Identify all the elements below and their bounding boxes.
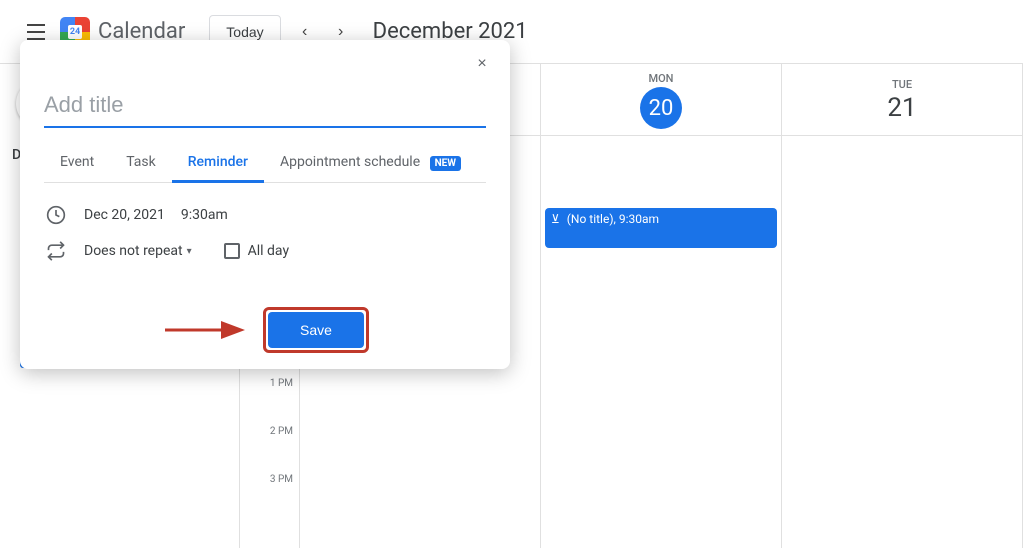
- repeat-icon: [44, 239, 68, 263]
- tab-appointment[interactable]: Appointment schedule NEW: [264, 144, 477, 183]
- repeat-dropdown[interactable]: Does not repeat ▾: [84, 243, 192, 259]
- date-time-row: Dec 20, 2021 9:30am: [44, 203, 486, 227]
- tab-event[interactable]: Event: [44, 144, 110, 183]
- clock-icon: [44, 203, 68, 227]
- dialog-tabs: Event Task Reminder Appointment schedule…: [44, 144, 486, 183]
- dialog-overlay: × Event Task Reminder Appointment schedu…: [0, 0, 1023, 548]
- save-button[interactable]: Save: [268, 312, 364, 348]
- tab-reminder[interactable]: Reminder: [172, 144, 264, 183]
- allday-row: All day: [224, 243, 289, 259]
- dialog-footer: Save: [20, 299, 510, 369]
- arrow-hint: [161, 312, 251, 348]
- allday-label: All day: [248, 243, 289, 259]
- time-value[interactable]: 9:30am: [181, 207, 228, 223]
- dialog-body: Event Task Reminder Appointment schedule…: [20, 80, 510, 299]
- repeat-row: Does not repeat ▾ All day: [44, 239, 486, 263]
- dialog-header: ×: [20, 40, 510, 80]
- event-title-input[interactable]: [44, 88, 486, 128]
- date-value[interactable]: Dec 20, 2021: [84, 207, 165, 223]
- allday-checkbox[interactable]: [224, 243, 240, 259]
- dropdown-caret-icon: ▾: [187, 246, 192, 257]
- event-dialog: × Event Task Reminder Appointment schedu…: [20, 40, 510, 369]
- tab-task[interactable]: Task: [110, 144, 172, 183]
- new-badge: NEW: [430, 156, 461, 171]
- save-button-wrapper: Save: [263, 307, 369, 353]
- dialog-close-button[interactable]: ×: [466, 48, 498, 80]
- repeat-label: Does not repeat: [84, 243, 183, 259]
